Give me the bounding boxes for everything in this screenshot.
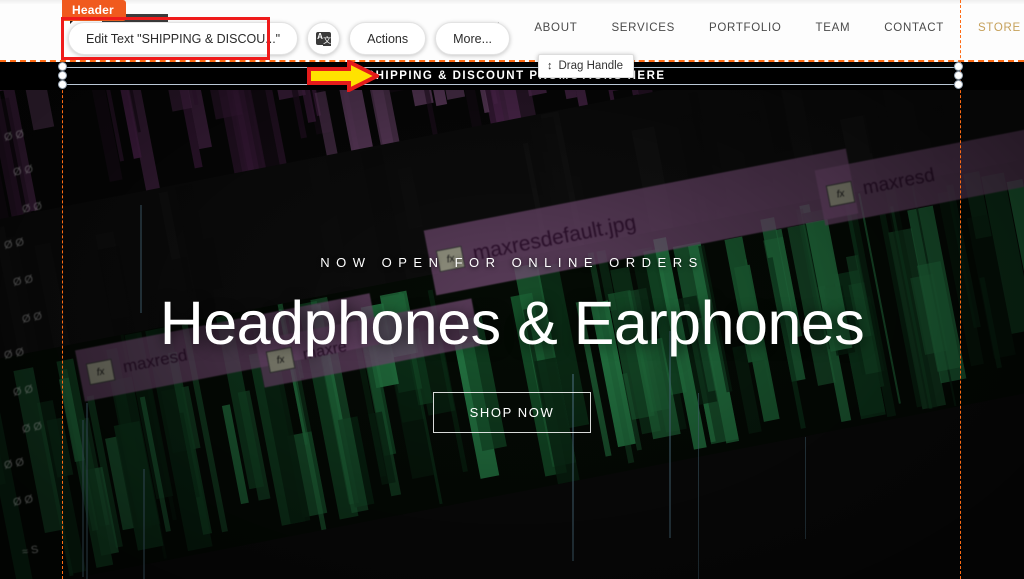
hero-kicker: NOW OPEN FOR ONLINE ORDERS [320,255,704,270]
translate-icon [316,30,332,46]
floating-editor-toolbar: Edit Text "SHIPPING & DISCOU..." Actions… [68,22,511,55]
selection-handle-bottom-right[interactable] [954,80,963,89]
selection-handle-middle-left[interactable] [58,71,67,80]
editor-stage: maxresdefault.jpgfxmaxresdfxmaxresdfxmax… [0,0,1024,579]
selection-handle-top-left[interactable] [58,62,67,71]
nav-link-about[interactable]: ABOUT [517,22,594,34]
annotation-arrow-icon [307,58,382,97]
site-navigation: HOMEABOUTSERVICESPORTFOLIOTEAMCONTACTSTO… [446,22,1024,34]
hero-title: Headphones & Earphones [159,289,865,357]
section-label-header: Header [62,0,126,21]
edit-text-button[interactable]: Edit Text "SHIPPING & DISCOU..." [68,22,299,55]
selection-handle-top-right[interactable] [954,62,963,71]
nav-link-store-home[interactable]: STORE HOME [961,22,1024,34]
nav-link-services[interactable]: SERVICES [594,22,692,34]
selection-handle-bottom-left[interactable] [58,80,67,89]
up-down-arrow-icon: ↕ [547,59,553,72]
actions-button[interactable]: Actions [349,22,427,55]
more-button[interactable]: More... [435,22,511,55]
nav-link-contact[interactable]: CONTACT [867,22,961,34]
selection-handle-middle-right[interactable] [954,71,963,80]
nav-link-team[interactable]: TEAM [799,22,868,34]
hero-content: NOW OPEN FOR ONLINE ORDERS Headphones & … [0,90,1024,579]
shop-now-button[interactable]: SHOP NOW [432,392,592,433]
translate-button[interactable] [307,22,341,55]
drag-handle-tooltip[interactable]: ↕ Drag Handle [538,54,635,78]
drag-handle-label: Drag Handle [558,60,624,72]
announcement-banner[interactable]: SHIPPING & DISCOUNT PROMOTIONS HERE [0,62,1024,90]
nav-link-portfolio[interactable]: PORTFOLIO [692,22,799,34]
hero-section[interactable]: maxresdefault.jpgfxmaxresdfxmaxresdfxmax… [0,90,1024,579]
